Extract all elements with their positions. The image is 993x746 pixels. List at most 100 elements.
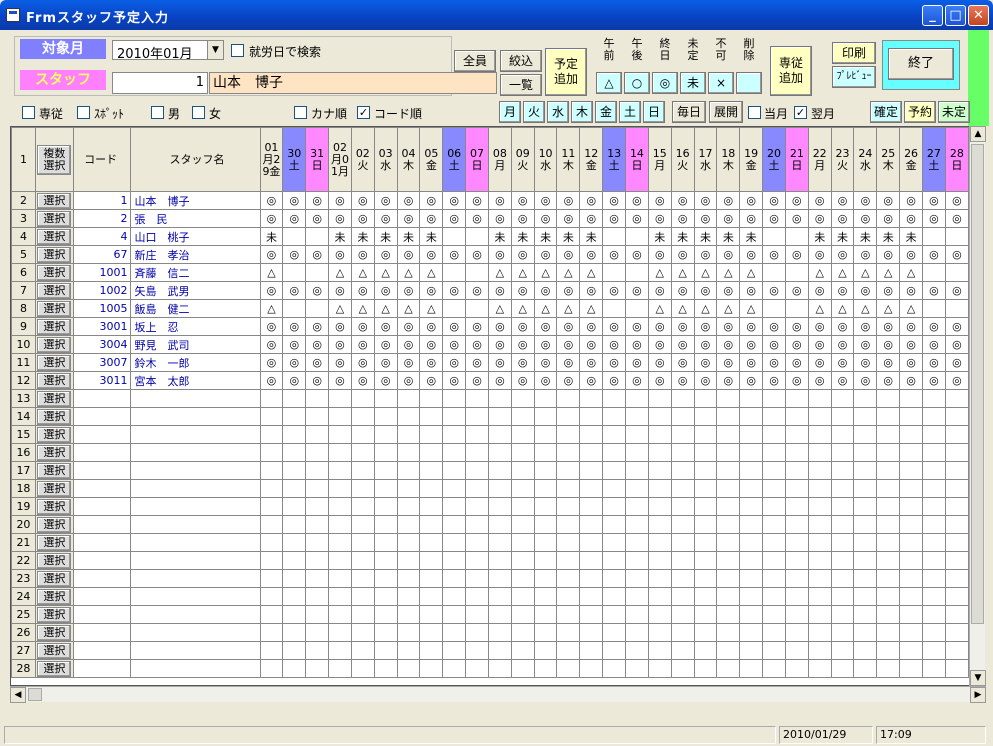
schedule-cell[interactable] [944,623,969,642]
weekday-button[interactable]: 月 [499,101,521,123]
schedule-cell[interactable] [556,479,581,498]
schedule-cell[interactable]: ◎ [328,317,352,336]
schedule-cell[interactable]: △ [396,299,421,318]
schedule-cell[interactable]: ◎ [487,335,512,354]
schedule-cell[interactable]: 未 [693,227,718,246]
schedule-cell[interactable] [259,497,284,516]
schedule-cell[interactable]: ◎ [350,281,375,300]
schedule-cell[interactable] [533,425,558,444]
row-select-button[interactable]: 選択 [37,300,72,317]
schedule-cell[interactable]: △ [419,299,444,318]
day-column-header[interactable]: 20土 [762,127,786,192]
staff-name-cell[interactable] [130,425,261,444]
schedule-cell[interactable] [921,623,946,642]
schedule-cell[interactable] [876,389,901,408]
schedule-cell[interactable]: △ [373,299,398,318]
schedule-cell[interactable] [716,641,741,660]
schedule-cell[interactable]: 未 [647,227,672,246]
schedule-cell[interactable] [693,443,718,462]
schedule-cell[interactable] [944,569,969,588]
schedule-cell[interactable] [396,497,421,516]
day-column-header[interactable]: 13土 [602,127,627,192]
schedule-cell[interactable] [762,497,786,516]
schedule-cell[interactable]: ◎ [830,317,855,336]
schedule-cell[interactable] [396,389,421,408]
schedule-cell[interactable]: ◎ [487,209,512,228]
schedule-cell[interactable]: ◎ [807,335,832,354]
schedule-cell[interactable] [921,443,946,462]
schedule-cell[interactable]: ◎ [876,191,901,210]
schedule-cell[interactable] [602,263,627,282]
schedule-cell[interactable]: ◎ [373,335,398,354]
schedule-cell[interactable]: ◎ [625,353,649,372]
schedule-cell[interactable] [556,461,581,480]
schedule-cell[interactable] [716,479,741,498]
schedule-cell[interactable] [670,659,695,678]
schedule-cell[interactable]: ◎ [625,209,649,228]
schedule-cell[interactable] [396,515,421,534]
schedule-cell[interactable]: ◎ [899,371,923,390]
schedule-cell[interactable]: ◎ [533,317,558,336]
schedule-cell[interactable] [944,659,969,678]
schedule-cell[interactable] [784,497,809,516]
schedule-cell[interactable] [533,461,558,480]
schedule-cell[interactable]: ◎ [670,209,695,228]
day-column-header[interactable]: 08月 [487,127,512,192]
symbol-button[interactable]: ○ [624,72,650,94]
schedule-cell[interactable] [350,641,375,660]
schedule-cell[interactable] [465,587,489,606]
schedule-cell[interactable] [579,605,604,624]
schedule-cell[interactable] [830,641,855,660]
schedule-cell[interactable] [373,533,398,552]
schedule-cell[interactable] [899,515,923,534]
day-column-header[interactable]: 17水 [693,127,718,192]
schedule-cell[interactable] [442,299,467,318]
schedule-cell[interactable]: ◎ [556,317,581,336]
schedule-cell[interactable] [876,569,901,588]
schedule-cell[interactable] [625,389,649,408]
schedule-cell[interactable] [487,461,512,480]
schedule-cell[interactable]: ◎ [487,245,512,264]
schedule-cell[interactable] [305,605,330,624]
schedule-cell[interactable] [807,659,832,678]
exclusive-checkbox[interactable] [22,106,35,119]
workday-search-checkbox[interactable] [231,44,244,57]
schedule-cell[interactable] [373,605,398,624]
schedule-cell[interactable] [510,551,535,570]
day-column-header[interactable]: 22月 [807,127,832,192]
schedule-cell[interactable]: 未 [533,227,558,246]
schedule-cell[interactable] [944,605,969,624]
schedule-cell[interactable] [487,425,512,444]
schedule-cell[interactable] [876,587,901,606]
schedule-cell[interactable]: △ [533,299,558,318]
horizontal-scroll-thumb[interactable] [28,688,42,701]
schedule-cell[interactable] [442,479,467,498]
day-column-header[interactable]: 24水 [853,127,878,192]
schedule-cell[interactable] [282,641,307,660]
schedule-cell[interactable] [602,389,627,408]
schedule-cell[interactable] [328,533,352,552]
schedule-cell[interactable] [602,659,627,678]
schedule-cell[interactable] [533,533,558,552]
schedule-cell[interactable] [259,407,284,426]
schedule-cell[interactable] [259,587,284,606]
schedule-cell[interactable] [739,515,764,534]
schedule-cell[interactable] [305,227,330,246]
schedule-cell[interactable]: ◎ [259,317,284,336]
schedule-cell[interactable]: ◎ [442,371,467,390]
schedule-cell[interactable]: ◎ [762,353,786,372]
schedule-cell[interactable] [487,533,512,552]
row-select-button[interactable]: 選択 [37,534,72,551]
row-select-button[interactable]: 選択 [37,264,72,281]
weekday-button[interactable]: 木 [571,101,593,123]
schedule-cell[interactable] [442,659,467,678]
schedule-cell[interactable]: △ [876,299,901,318]
schedule-cell[interactable] [259,515,284,534]
schedule-cell[interactable] [853,479,878,498]
vertical-scrollbar[interactable]: ▲ ▼ [969,126,986,686]
schedule-cell[interactable]: ◎ [807,353,832,372]
schedule-cell[interactable] [373,407,398,426]
schedule-cell[interactable] [807,551,832,570]
schedule-cell[interactable]: △ [876,263,901,282]
schedule-cell[interactable] [419,515,444,534]
